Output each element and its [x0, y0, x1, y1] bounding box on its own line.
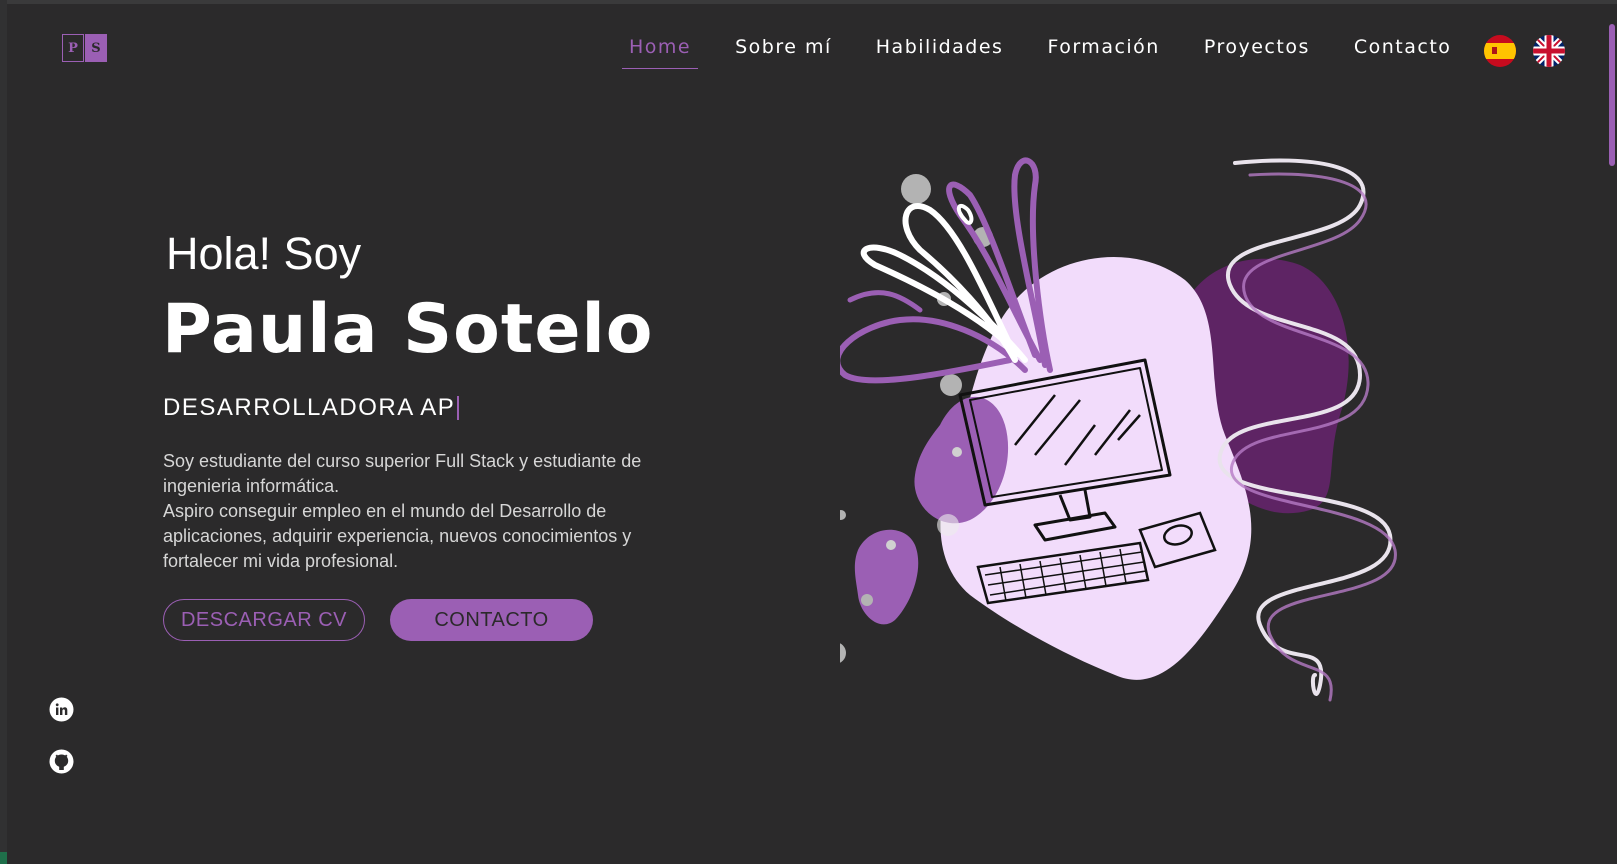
hero-role-text: DESARROLLADORA AP: [163, 394, 456, 421]
hero-role: DESARROLLADORA AP: [163, 394, 460, 422]
window-top-border: [0, 0, 1617, 4]
contact-button[interactable]: CONTACTO: [390, 599, 593, 641]
nav-home[interactable]: Home: [622, 36, 699, 69]
bio-paragraph: Soy estudiante del curso superior Full S…: [163, 451, 642, 496]
bio-paragraph: Aspiro conseguir empleo en el mundo del …: [163, 501, 632, 571]
spain-flag-icon[interactable]: [1484, 35, 1516, 67]
hero-greeting: Hola! Soy: [166, 228, 362, 279]
nav-habilidades[interactable]: Habilidades: [869, 36, 1011, 69]
nav-formacion[interactable]: Formación: [1040, 36, 1166, 69]
github-icon[interactable]: [49, 749, 74, 774]
computer-illustration: [824, 155, 1450, 735]
window-corner-indicator: [0, 852, 7, 864]
main-nav: Home Sobre mí Habilidades Formación Proy…: [622, 36, 1488, 69]
uk-flag-icon[interactable]: [1533, 35, 1565, 67]
scrollbar[interactable]: [1607, 4, 1617, 864]
hero-name: Paula Sotelo: [162, 290, 654, 369]
nav-contacto[interactable]: Contacto: [1347, 36, 1459, 69]
nav-proyectos[interactable]: Proyectos: [1197, 36, 1317, 69]
scrollbar-thumb[interactable]: [1609, 24, 1615, 166]
site-logo[interactable]: P S: [62, 34, 107, 62]
linkedin-icon[interactable]: [49, 697, 74, 722]
nav-sobre-mi[interactable]: Sobre mí: [728, 36, 839, 69]
logo-letter-s: S: [85, 34, 107, 62]
typing-cursor: [457, 396, 460, 420]
hero-bio: Soy estudiante del curso superior Full S…: [163, 449, 703, 574]
logo-letter-p: P: [62, 34, 84, 62]
window-left-border: [0, 0, 7, 864]
download-cv-button[interactable]: DESCARGAR CV: [163, 599, 365, 641]
